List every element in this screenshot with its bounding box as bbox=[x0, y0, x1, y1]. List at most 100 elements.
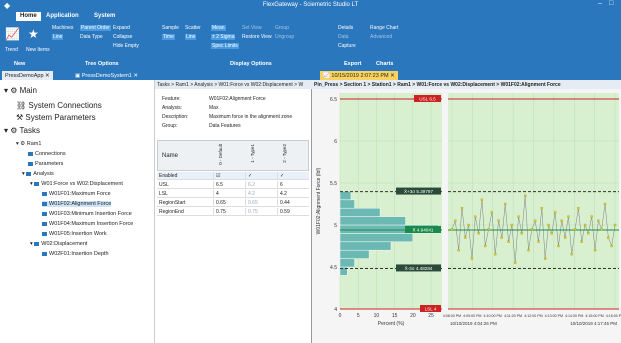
col-type1[interactable]: 1 - Type1 bbox=[250, 144, 255, 163]
grid-cell[interactable]: 0.59 bbox=[277, 208, 309, 216]
tree-main[interactable]: ▾ ⚙ Main bbox=[4, 86, 37, 95]
two-sigma-button[interactable]: ± 2 Sigma bbox=[211, 34, 236, 40]
tree-system-connections[interactable]: ⛓ System Connections bbox=[16, 101, 102, 110]
y-tick: 6 bbox=[334, 139, 337, 145]
line-button[interactable]: Line bbox=[52, 34, 64, 40]
grid-cell[interactable]: 4.2 bbox=[277, 190, 309, 198]
tree-tasks[interactable]: ▾ ⚙ Tasks bbox=[4, 126, 40, 135]
chart-breadcrumb: Pin_Press > Section 1 > Station1 > Ram1 … bbox=[312, 80, 621, 89]
tab-application[interactable]: Application bbox=[42, 12, 83, 21]
data-point bbox=[460, 207, 464, 210]
grid-cell[interactable]: 6.5 bbox=[213, 181, 245, 189]
data-point bbox=[494, 253, 497, 256]
chart-svg[interactable]: 0 5 10 15 20 25 4 4.5 5 5.5 6 6.5 Percent (%) W01F02:… bbox=[312, 89, 621, 343]
minus3-label: X̄-3σ 4.48284 bbox=[405, 265, 433, 271]
star-icon[interactable]: ★ bbox=[28, 27, 39, 41]
tree-w01f05[interactable]: W01F05:Insertion Work bbox=[42, 231, 107, 237]
doc-tab-chart[interactable]: 📈 10/15/2019 2:07:23 PM ✕ bbox=[320, 71, 398, 80]
trend-icon[interactable]: 📈 bbox=[5, 27, 20, 41]
tree-analysis[interactable]: ▾ Analysis bbox=[22, 171, 54, 177]
trend-button[interactable]: Trend bbox=[5, 47, 18, 53]
col-type2[interactable]: 2 - Type2 bbox=[282, 144, 287, 163]
col-default[interactable]: 0 - Default bbox=[218, 144, 223, 165]
capture-button[interactable]: Capture bbox=[338, 43, 356, 49]
line-display-button[interactable]: Line bbox=[185, 34, 197, 40]
tree-ram1[interactable]: ▾ ⚙ Ram1 bbox=[16, 141, 41, 147]
data-point bbox=[464, 236, 467, 239]
expand-button[interactable]: Expand bbox=[113, 25, 130, 31]
grid-cell[interactable]: 4 bbox=[213, 190, 245, 198]
grid-cell[interactable]: ✓ bbox=[277, 172, 309, 180]
grid-cell[interactable]: 0.75 bbox=[245, 208, 277, 216]
tree-system-parameters[interactable]: ⚒ System Parameters bbox=[16, 113, 96, 122]
parent-order-button[interactable]: Parent Order bbox=[80, 25, 111, 31]
tree-w01f03[interactable]: W01F03:Minimum Insertion Force bbox=[42, 211, 132, 217]
grid-row-name: RegionStart bbox=[157, 199, 213, 207]
ungroup-button[interactable]: Ungroup bbox=[275, 34, 294, 40]
tree-w01f04[interactable]: W01F04:Maximum Insertion Force bbox=[42, 221, 133, 227]
data-point bbox=[487, 228, 490, 231]
time-tick: 4:11:00 PM bbox=[504, 314, 522, 318]
usl-label: USL 6.5 bbox=[419, 97, 436, 102]
time-button[interactable]: Time bbox=[162, 34, 175, 40]
tab-system[interactable]: System bbox=[90, 12, 119, 21]
data-point bbox=[534, 219, 537, 222]
data-point bbox=[607, 236, 610, 239]
tree-w02f01[interactable]: W02F01:Insertion Depth bbox=[42, 251, 109, 257]
grid-cell[interactable]: ☑ bbox=[213, 172, 245, 180]
tree-w02[interactable]: ▾ W02:Displacement bbox=[30, 241, 87, 247]
minimize-icon[interactable]: – bbox=[598, 0, 602, 7]
advanced-button[interactable]: Advanced bbox=[370, 34, 392, 40]
data-point bbox=[520, 232, 523, 235]
doc-tab-pressdemoapp[interactable]: PressDemoApp ✕ bbox=[2, 71, 53, 80]
data-type-button[interactable]: Data Type bbox=[80, 34, 103, 40]
maximize-icon[interactable]: □ bbox=[609, 0, 613, 7]
data-button[interactable]: Data bbox=[338, 34, 349, 40]
details-button[interactable]: Details bbox=[338, 25, 353, 31]
data-point bbox=[547, 223, 550, 227]
grid-cell[interactable]: 0.65 bbox=[213, 199, 245, 207]
tree-w01-group[interactable]: ▾ W01:Force vs W02:Displacement bbox=[30, 181, 123, 187]
data-point bbox=[613, 223, 617, 227]
data-point bbox=[573, 228, 577, 231]
grid-cell[interactable]: 6 bbox=[277, 181, 309, 189]
scatter-button[interactable]: Scatter bbox=[185, 25, 201, 31]
grid-cell[interactable]: 0.44 bbox=[277, 199, 309, 207]
data-point bbox=[583, 223, 587, 227]
tree-connections[interactable]: Connections bbox=[28, 151, 66, 157]
mean-button[interactable]: Mean bbox=[211, 25, 226, 31]
restore-view-button[interactable]: Restore View bbox=[242, 34, 272, 40]
grid-cell[interactable]: 4.2 bbox=[245, 190, 277, 198]
sample-button[interactable]: Sample bbox=[162, 25, 179, 31]
doc-tab-pressdemosystem1[interactable]: ▣ PressDemoSystem1 ✕ bbox=[72, 71, 141, 80]
y-tick: 6.5 bbox=[330, 97, 337, 103]
new-items-button[interactable]: New Items bbox=[26, 47, 50, 53]
range-chart-button[interactable]: Range Chart bbox=[370, 25, 398, 31]
data-point bbox=[610, 244, 613, 248]
time-tick: 4:08:00 PM bbox=[443, 314, 461, 318]
field-description: Description: Maximum force in the alignme… bbox=[162, 114, 293, 120]
title-bar: ◆ FlexGateway - Sciemetric Studio LT – □ bbox=[0, 0, 621, 11]
grid-cell[interactable]: 6.2 bbox=[245, 181, 277, 189]
tree-parameters[interactable]: Parameters bbox=[28, 161, 63, 167]
collapse-button[interactable]: Collapse bbox=[113, 34, 132, 40]
data-point bbox=[504, 202, 507, 206]
grid-header: Name 0 - Default 1 - Type1 2 - Type2 bbox=[157, 140, 309, 171]
time-tick: 4:10:00 PM bbox=[484, 314, 502, 318]
data-point bbox=[490, 211, 494, 214]
machines-button[interactable]: Machines bbox=[52, 25, 73, 31]
group-button[interactable]: Group bbox=[275, 25, 289, 31]
hide-empty-button[interactable]: Hide Empty bbox=[113, 43, 139, 49]
col-name[interactable]: Name bbox=[162, 153, 178, 159]
spec-limits-button[interactable]: Spec Limits bbox=[211, 43, 239, 49]
hist-x-tick: 15 bbox=[392, 313, 398, 319]
grid-cell[interactable]: 0.75 bbox=[213, 208, 245, 216]
set-view-button[interactable]: Set View bbox=[242, 25, 262, 31]
tree-w01f01[interactable]: W01F01:Maximum Force bbox=[42, 191, 111, 197]
tab-home[interactable]: Home bbox=[16, 12, 41, 21]
grid-cell[interactable]: ✓ bbox=[245, 172, 277, 180]
tree-w01f02[interactable]: W01F02:Alignment Force bbox=[42, 201, 112, 207]
window-title: FlexGateway - Sciemetric Studio LT bbox=[262, 2, 359, 8]
mean-label: X̄ 4.94041 bbox=[413, 227, 434, 233]
grid-cell[interactable]: 0.65 bbox=[245, 199, 277, 207]
